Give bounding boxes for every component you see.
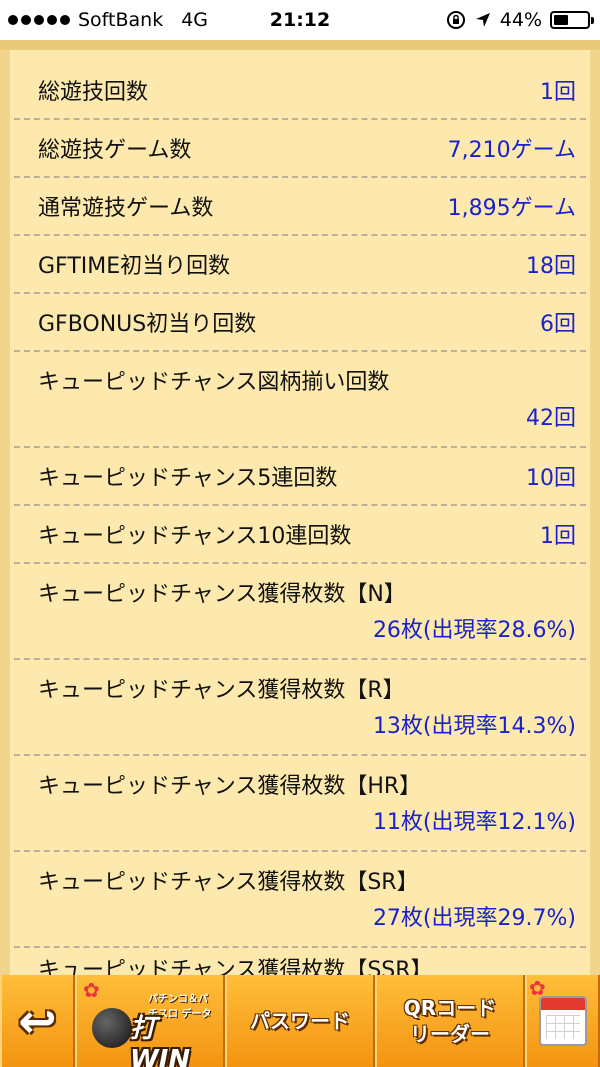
stat-value: 42回 [526, 406, 576, 431]
stat-row: キューピッドチャンス5連回数 10回 [14, 448, 586, 506]
calendar-button[interactable]: ✿ [525, 975, 600, 1067]
stat-label: キューピッドチャンス獲得枚数【SR】 [38, 870, 419, 895]
status-bar: SoftBank 4G 21:12 44% [0, 0, 600, 40]
stat-value: 27枚(出現率29.7%) [372, 906, 576, 931]
stat-value: 1回 [540, 80, 576, 105]
bottom-toolbar: ↩ ✿ パチンコ＆パチスロ データ 打WIN パスワード QRコード リーダー … [0, 975, 600, 1067]
stat-label: キューピッドチャンス獲得枚数【HR】 [38, 774, 422, 799]
stat-value: 6回 [540, 312, 576, 337]
status-right: 44% [446, 0, 594, 40]
password-button[interactable]: パスワード [225, 975, 375, 1067]
battery-percent: 44% [499, 9, 542, 31]
stat-row: GFTIME初当り回数 18回 [14, 236, 586, 294]
stat-row: 通常遊技ゲーム数 1,895ゲーム [14, 178, 586, 236]
stat-row: 総遊技回数 1回 [14, 62, 586, 120]
stat-label: キューピッドチャンス獲得枚数【R】 [38, 678, 405, 703]
back-arrow-icon: ↩ [18, 994, 57, 1048]
stat-value: 18回 [526, 254, 576, 279]
stat-row: キューピッドチャンス獲得枚数【HR】 11枚(出現率12.1%) [14, 756, 586, 852]
qr-reader-label: QRコード リーダー [404, 995, 496, 1047]
status-left: SoftBank 4G [8, 0, 208, 40]
stat-label: GFBONUS初当り回数 [38, 312, 257, 337]
stat-row: キューピッドチャンス10連回数 1回 [14, 506, 586, 564]
dawin-logo-button[interactable]: ✿ パチンコ＆パチスロ データ 打WIN [75, 975, 225, 1067]
orientation-lock-icon [446, 11, 465, 29]
stat-row: キューピッドチャンス獲得枚数【N】 26枚(出現率28.6%) [14, 564, 586, 660]
password-label: パスワード [250, 1009, 350, 1033]
back-button[interactable]: ↩ [0, 975, 75, 1067]
stat-value: 1,895ゲーム [447, 196, 576, 221]
qr-label-line1: QRコード [403, 996, 497, 1020]
stat-label: キューピッドチャンス5連回数 [38, 466, 338, 491]
stat-value: 11枚(出現率12.1%) [372, 810, 576, 835]
signal-dots-icon [8, 15, 70, 25]
stat-row: キューピッドチャンス獲得枚数【SR】 27枚(出現率29.7%) [14, 852, 586, 948]
stat-value: 7,210ゲーム [447, 138, 576, 163]
stat-value: 10回 [526, 466, 576, 491]
location-arrow-icon [475, 13, 490, 27]
stat-row: キューピッドチャンス図柄揃い回数 42回 [14, 352, 586, 448]
battery-icon [550, 11, 594, 29]
logo-text: 打WIN [130, 1014, 191, 1067]
stats-panel: 総遊技回数 1回 総遊技ゲーム数 7,210ゲーム 通常遊技ゲーム数 1,895ゲーム GF… [0, 40, 600, 983]
dawin-logo: パチンコ＆パチスロ データ 打WIN [88, 988, 212, 1067]
carrier-name: SoftBank [78, 9, 164, 31]
stat-value: 1回 [540, 524, 576, 549]
stat-label: GFTIME初当り回数 [38, 254, 231, 279]
stats-list[interactable]: 総遊技回数 1回 総遊技ゲーム数 7,210ゲーム 通常遊技ゲーム数 1,895ゲーム GF… [14, 62, 586, 988]
stat-label: キューピッドチャンス獲得枚数【N】 [38, 582, 406, 607]
logo-ball-icon [92, 1008, 132, 1048]
stat-label: 通常遊技ゲーム数 [38, 196, 214, 221]
stat-label: 総遊技ゲーム数 [38, 138, 192, 163]
stat-label: キューピッドチャンス図柄揃い回数 [38, 370, 390, 395]
stat-value: 13枚(出現率14.3%) [372, 714, 576, 739]
battery-fill [554, 15, 569, 25]
stat-label: キューピッドチャンス10連回数 [38, 524, 352, 549]
stat-label: 総遊技回数 [38, 80, 149, 105]
stat-row: キューピッドチャンス獲得枚数【R】 13枚(出現率14.3%) [14, 660, 586, 756]
calendar-icon [538, 996, 587, 1046]
qr-label-line2: リーダー [410, 1022, 490, 1046]
stat-row: 総遊技ゲーム数 7,210ゲーム [14, 120, 586, 178]
qr-reader-button[interactable]: QRコード リーダー [375, 975, 525, 1067]
stat-value: 26枚(出現率28.6%) [372, 618, 576, 643]
network-type: 4G [181, 9, 209, 31]
stat-row: GFBONUS初当り回数 6回 [14, 294, 586, 352]
